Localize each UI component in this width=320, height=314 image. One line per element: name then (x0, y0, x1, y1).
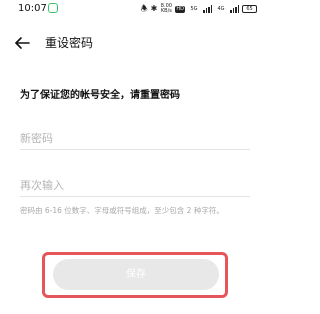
network-speed: 8.00 KB/s (160, 3, 172, 14)
status-bar: 10:07 🕭 ✱ 8.00 KB/s HD 5G 4G 65 (0, 0, 269, 18)
save-button[interactable]: 保存 (53, 259, 219, 290)
password-hint: 密码由 6-16 位数字、字母或符号组成，至少包含 2 种字符。 (20, 206, 224, 215)
sim-2-type: 4G (217, 5, 225, 12)
status-icons: 🕭 ✱ 8.00 KB/s HD 5G 4G 65 (140, 2, 257, 16)
notification-bell-icon: 🕭 (140, 4, 148, 13)
hd-badge: HD (175, 5, 185, 13)
signal-icon (203, 5, 212, 13)
instruction-text: 为了保证您的帐号安全，请重置密码 (20, 90, 180, 101)
battery-icon: 65 (242, 5, 257, 13)
signal-icon (230, 5, 239, 13)
confirm-password-input[interactable] (20, 174, 250, 197)
status-time: 10:07 (18, 3, 47, 14)
new-password-input[interactable] (20, 127, 250, 150)
sim-1-type: 5G (190, 5, 198, 12)
app-notification-icon (48, 3, 58, 13)
page-title: 重设密码 (45, 36, 94, 50)
arrow-left-icon[interactable] (14, 36, 30, 50)
bluetooth-icon: ✱ (150, 4, 158, 13)
